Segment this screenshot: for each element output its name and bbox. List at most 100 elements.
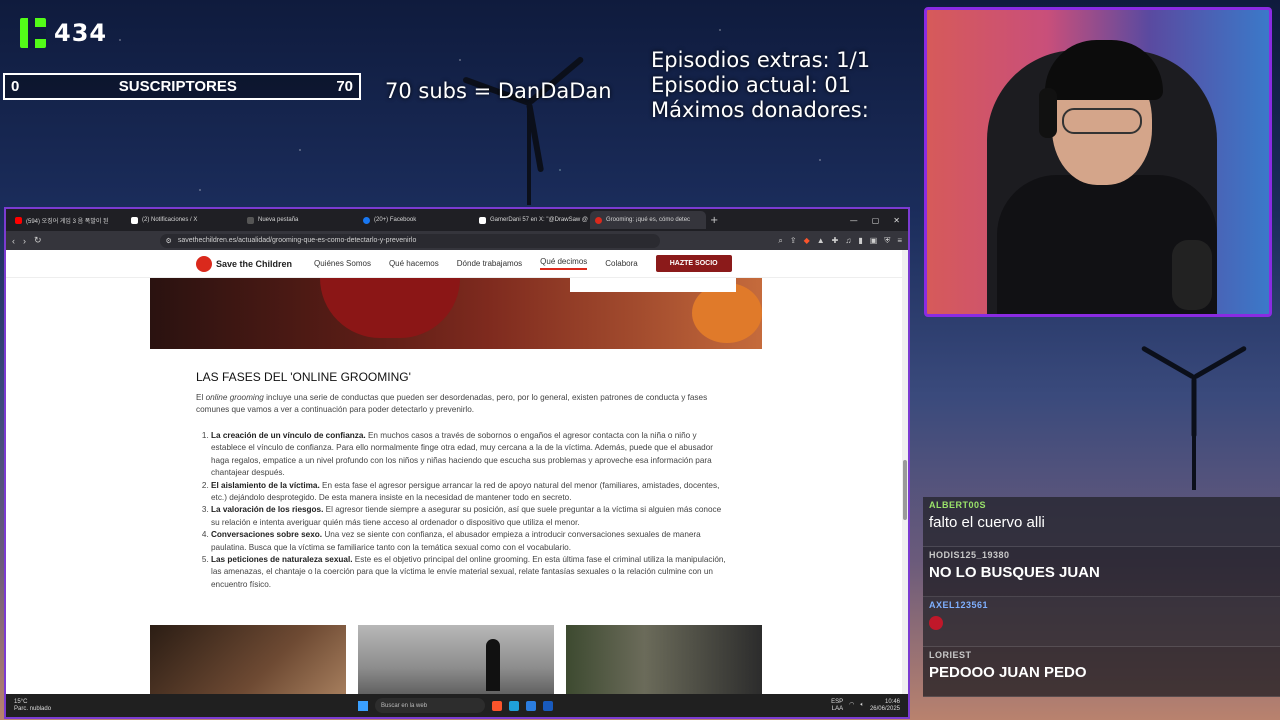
x-icon <box>479 216 486 224</box>
site-info-icon[interactable]: ⚙ <box>166 237 172 245</box>
taskbar-search[interactable]: Buscar en la web <box>375 698 485 713</box>
wifi-icon[interactable]: ◠ <box>849 702 854 709</box>
nav-que-decimos[interactable]: Qué decimos <box>540 257 588 270</box>
related-article-image-3[interactable] <box>566 625 762 696</box>
tab-strip: (594) 오징어 게임 3 음 폭발이 된 (2) Notificacione… <box>6 209 908 231</box>
reload-icon[interactable]: ↻ <box>34 235 42 246</box>
new-tab-icon <box>247 216 254 224</box>
address-bar[interactable]: ⚙ savethechildren.es/actualidad/grooming… <box>159 233 660 248</box>
tab-x-notifications[interactable]: (2) Notificaciones / X <box>126 211 242 229</box>
windows-start-icon[interactable] <box>358 700 368 711</box>
zoom-icon[interactable]: ⌕ <box>778 236 782 246</box>
hero-image <box>150 278 762 349</box>
maximize-icon[interactable]: ▢ <box>872 216 880 225</box>
sub-goal-current: 0 <box>11 78 20 95</box>
facebook-icon <box>363 216 370 224</box>
subscriber-goal-bar: 0 SUSCRIPTORES 70 <box>3 73 361 100</box>
related-thumbnails <box>150 625 762 696</box>
minimize-icon[interactable]: — <box>850 216 858 225</box>
save-the-children-icon <box>595 216 602 224</box>
browser-toolbar: ‹ › ↻ ⚙ savethechildren.es/actualidad/gr… <box>6 231 908 250</box>
tab-facebook[interactable]: (20+) Facebook <box>358 211 474 229</box>
tab-youtube[interactable]: (594) 오징어 게임 3 음 폭발이 된 <box>10 211 126 229</box>
emote-icon <box>929 616 943 630</box>
webcam-feed <box>924 7 1272 317</box>
brave-browser-icon[interactable] <box>492 700 502 711</box>
edge-icon[interactable] <box>509 700 519 711</box>
episodes-panel: Episodios extras: 1/1 Episodio actual: 0… <box>651 48 870 123</box>
nav-donde-trabajamos[interactable]: Dónde trabajamos <box>457 259 522 268</box>
chat-username: HODIS125_19380 <box>929 550 1010 560</box>
nav-colabora[interactable]: Colabora <box>605 259 637 268</box>
hazte-socio-button[interactable]: HAZTE SOCIO <box>655 255 732 272</box>
chat-text: falto el cuervo alli <box>929 514 1045 531</box>
article-heading: LAS FASES DEL 'ONLINE GROOMING' <box>196 370 411 384</box>
chat-username: LORIEST <box>929 650 972 660</box>
extensions-bar: ⌕ ⇪ ◆ ▲ ✚ ♫ ▮ ▣ ⛨ ≡ <box>778 236 902 246</box>
brave-shield-icon[interactable]: ◆ <box>804 236 810 246</box>
sub-goal-target: 70 <box>336 78 353 95</box>
kick-logo-icon <box>20 18 46 48</box>
rewards-icon[interactable]: ▲ <box>817 236 825 246</box>
x-icon <box>131 216 138 224</box>
system-tray: ESP LAA ◠ 🔈︎ 10:46 26/06/2025 <box>831 699 900 713</box>
list-item: Las peticiones de naturaleza sexual. Est… <box>211 554 726 591</box>
list-item: Conversaciones sobre sexo. Una vez se si… <box>211 529 726 554</box>
close-icon[interactable]: ✕ <box>893 216 900 225</box>
url-text: savethechildren.es/actualidad/grooming-q… <box>177 237 417 244</box>
episodes-extra: Episodios extras: 1/1 <box>651 48 871 72</box>
nav-que-hacemos[interactable]: Qué hacemos <box>389 259 439 268</box>
browser-window: (594) 오징어 게임 3 음 폭발이 된 (2) Notificacione… <box>4 207 910 719</box>
share-icon[interactable]: ⇪ <box>790 236 797 246</box>
kick-viewer-counter: 434 <box>20 18 107 48</box>
store-icon[interactable] <box>526 700 536 711</box>
stc-logo-icon <box>196 255 212 272</box>
chat-text: NO LO BUSQUES JUAN <box>929 564 1100 581</box>
page-scrollbar[interactable] <box>902 250 908 696</box>
back-icon[interactable]: ‹ <box>12 236 15 246</box>
language-indicator[interactable]: ESP LAA <box>831 699 843 713</box>
tab-new-tab[interactable]: Nueva pestaña <box>242 211 358 229</box>
nav-quienes-somos[interactable]: Quiénes Somos <box>314 259 371 268</box>
list-item: La valoración de los riesgos. El agresor… <box>211 504 726 529</box>
headset-icon <box>1039 88 1057 138</box>
grooming-phases-list: La creación de un vínculo de confianza. … <box>196 430 726 591</box>
media-icon[interactable]: ♫ <box>845 236 851 246</box>
save-the-children-logo[interactable]: Save the Children <box>196 255 292 272</box>
related-article-image-2[interactable] <box>358 625 554 696</box>
chat-text: PEDOOO JUAN PEDO <box>929 664 1087 681</box>
related-article-image-1[interactable] <box>150 625 346 696</box>
word-icon[interactable] <box>543 700 553 711</box>
new-tab-button[interactable]: + <box>710 215 718 226</box>
microphone-icon <box>1172 240 1212 310</box>
sub-goal-reward: 70 subs = DanDaDan <box>385 79 612 103</box>
chat-username: ALBERT00S <box>929 500 987 510</box>
forward-icon[interactable]: › <box>23 236 26 246</box>
vpn-icon[interactable]: ⛨ <box>884 236 890 246</box>
windows-taskbar: 15°C Parc. nublado Buscar en la web ESP … <box>6 694 908 717</box>
chat-message: HODIS125_19380 NO LO BUSQUES JUAN <box>923 547 1280 597</box>
taskbar-apps: Buscar en la web <box>358 698 553 713</box>
wallet-icon[interactable]: ▣ <box>870 236 878 246</box>
article-body: LAS FASES DEL 'ONLINE GROOMING' El onlin… <box>196 370 726 591</box>
weather-desc: Parc. nublado <box>14 705 52 712</box>
window-controls: — ▢ ✕ <box>850 216 908 225</box>
tab-x-post[interactable]: GamerDani 57 en X: "@DrawSaw @ <box>474 211 590 229</box>
weather-temp: 15°C <box>14 698 28 705</box>
list-item: El aislamiento de la víctima. En esta fa… <box>211 480 726 505</box>
volume-icon[interactable]: 🔈︎ <box>860 702 864 709</box>
menu-icon[interactable]: ≡ <box>897 236 902 246</box>
weather-widget[interactable]: 15°C Parc. nublado <box>14 699 51 713</box>
site-navigation: Save the Children Quiénes Somos Qué hace… <box>6 250 908 278</box>
chat-message: AXEL123561 <box>923 597 1280 647</box>
sidebar-icon[interactable]: ▮ <box>858 236 862 246</box>
extensions-icon[interactable]: ✚ <box>832 236 839 246</box>
clock[interactable]: 10:46 26/06/2025 <box>870 699 900 713</box>
tab-grooming-article[interactable]: Grooming: ¡qué es, cómo detec <box>590 211 706 229</box>
sub-goal-label: SUSCRIPTORES <box>118 78 237 95</box>
stream-chat: ALBERT00S falto el cuervo alli HODIS125_… <box>923 497 1280 720</box>
web-page: Save the Children Quiénes Somos Qué hace… <box>6 250 908 696</box>
chat-message: LORIEST PEDOOO JUAN PEDO <box>923 647 1280 697</box>
chat-username: AXEL123561 <box>929 600 989 610</box>
article-intro: El online grooming incluye una serie de … <box>196 393 708 414</box>
